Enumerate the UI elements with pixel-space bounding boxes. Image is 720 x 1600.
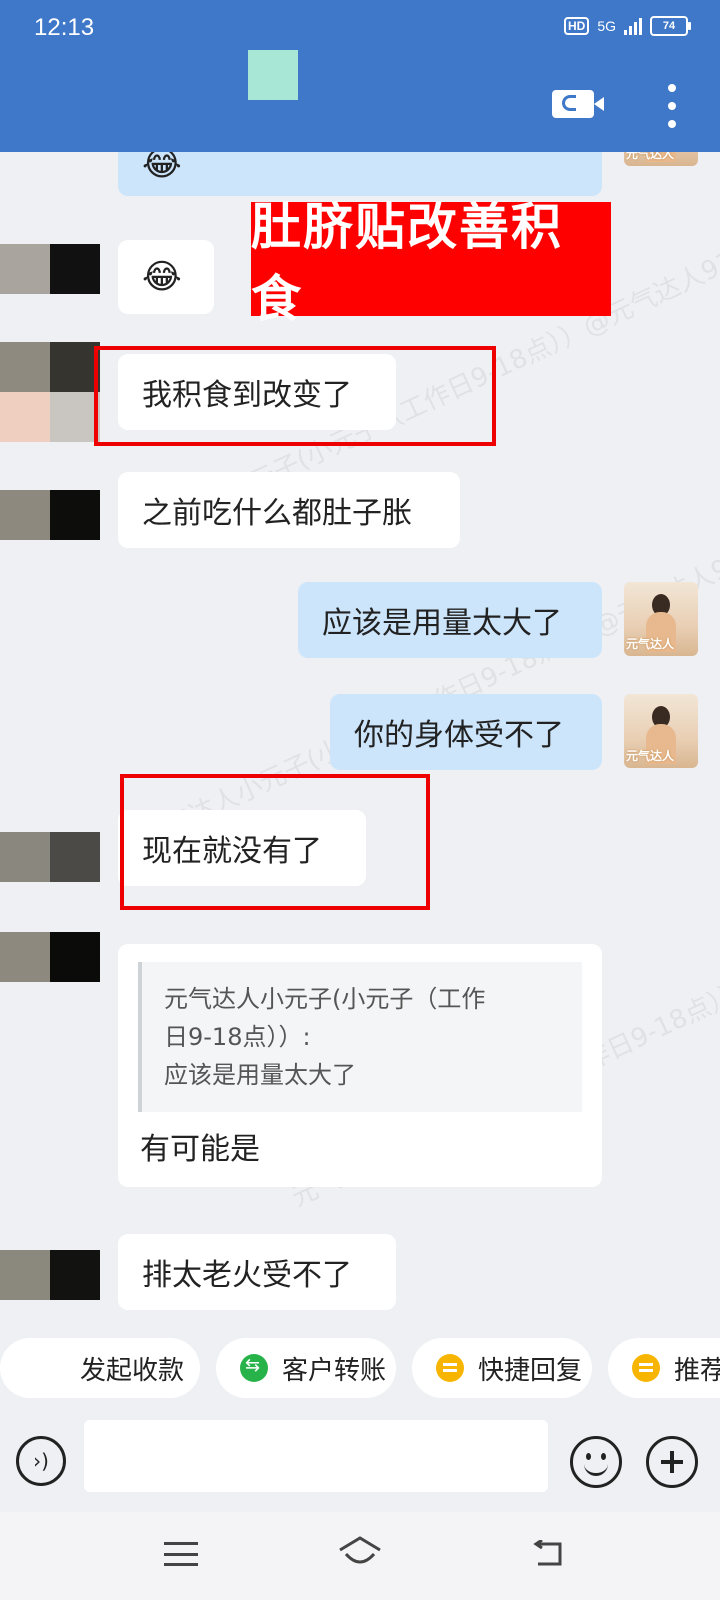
chip-customer-transfer[interactable]: 客户转账	[216, 1338, 396, 1398]
contact-avatar-blurred[interactable]	[0, 1250, 100, 1300]
recommend-icon	[632, 1354, 660, 1382]
quote-text: 应该是用量太大了	[164, 1061, 356, 1089]
system-nav-bar	[0, 1512, 720, 1600]
message-bubble-contact[interactable]: 排太老火受不了	[118, 1234, 396, 1310]
chip-label: 客户转账	[282, 1355, 387, 1386]
nav-home-icon[interactable]	[338, 1536, 382, 1570]
chip-recommend[interactable]: 推荐-	[608, 1338, 720, 1398]
plus-icon[interactable]	[646, 1436, 698, 1488]
message-bubble-self[interactable]: 你的身体受不了	[330, 694, 602, 770]
chip-label: 快捷回复	[478, 1355, 583, 1386]
more-menu-icon[interactable]	[664, 84, 680, 128]
nav-back-icon[interactable]	[532, 1540, 568, 1568]
contact-avatar-blurred[interactable]	[0, 244, 100, 294]
quick-actions: 发起收款 客户转账 快捷回复 推荐-	[0, 1338, 720, 1398]
message-text: 有可能是	[140, 1132, 260, 1167]
message-bubble-self[interactable]: 应该是用量太大了	[298, 582, 602, 658]
contact-avatar-blurred[interactable]	[0, 932, 100, 982]
contact-avatar-blurred[interactable]	[0, 490, 100, 540]
emoji-icon[interactable]	[570, 1436, 622, 1488]
quote-author: 日9-18点））:	[164, 1023, 311, 1051]
battery-icon: 74	[650, 16, 691, 36]
chip-label: 推荐-	[674, 1355, 720, 1386]
status-icons: HD 5G 74	[563, 16, 691, 36]
laugh-emoji: 😂	[142, 152, 182, 184]
chip-label: 发起收款	[80, 1355, 185, 1386]
message-bubble-contact[interactable]: 😂	[118, 240, 214, 314]
contact-avatar-blurred[interactable]	[0, 832, 100, 882]
quick-reply-icon	[436, 1354, 464, 1382]
network-type: 5G	[597, 18, 616, 34]
quote-author: 元气达人小元子(小元子（工作	[164, 985, 486, 1013]
voice-input-icon[interactable]: ›)	[16, 1436, 66, 1486]
message-text: 排太老火受不了	[142, 1258, 352, 1293]
hd-icon: HD	[563, 17, 590, 35]
quoted-message[interactable]: 元气达人小元子(小元子（工作 日9-18点））: 应该是用量太大了	[138, 962, 582, 1112]
video-call-icon[interactable]	[552, 90, 604, 118]
self-avatar[interactable]: 元气达人	[624, 694, 698, 768]
message-bubble-quote[interactable]: 元气达人小元子(小元子（工作 日9-18点））: 应该是用量太大了 有可能是	[118, 944, 602, 1187]
status-time: 12:13	[34, 14, 95, 41]
message-text: 应该是用量太大了	[322, 606, 562, 641]
highlight-box	[120, 774, 430, 910]
laugh-emoji: 😂	[142, 257, 182, 297]
contact-avatar-blurred[interactable]	[0, 342, 100, 442]
message-bubble-contact[interactable]: 之前吃什么都肚子胀	[118, 472, 460, 548]
self-avatar[interactable]: 元气达人	[624, 152, 698, 166]
input-bar: ›)	[0, 1406, 720, 1506]
contact-avatar[interactable]	[248, 50, 298, 100]
message-text: 之前吃什么都肚子胀	[142, 496, 412, 531]
transfer-icon	[240, 1354, 268, 1382]
highlight-box	[94, 346, 496, 446]
message-text: 你的身体受不了	[354, 718, 564, 753]
nav-menu-icon[interactable]	[164, 1542, 198, 1566]
message-input[interactable]	[84, 1420, 548, 1492]
chip-collect-payment[interactable]: 发起收款	[0, 1338, 200, 1398]
chat-area[interactable]: 元气达人小元子(小元子（工作日9-18点））@元气达人9371 元气达人小元子(…	[0, 152, 720, 1322]
title-bar: 12:13 HD 5G 74	[0, 0, 720, 152]
promo-banner: 肚脐贴改善积食	[251, 198, 611, 328]
chip-quick-reply[interactable]: 快捷回复	[412, 1338, 592, 1398]
signal-icon	[624, 17, 642, 35]
self-avatar[interactable]: 元气达人	[624, 582, 698, 656]
